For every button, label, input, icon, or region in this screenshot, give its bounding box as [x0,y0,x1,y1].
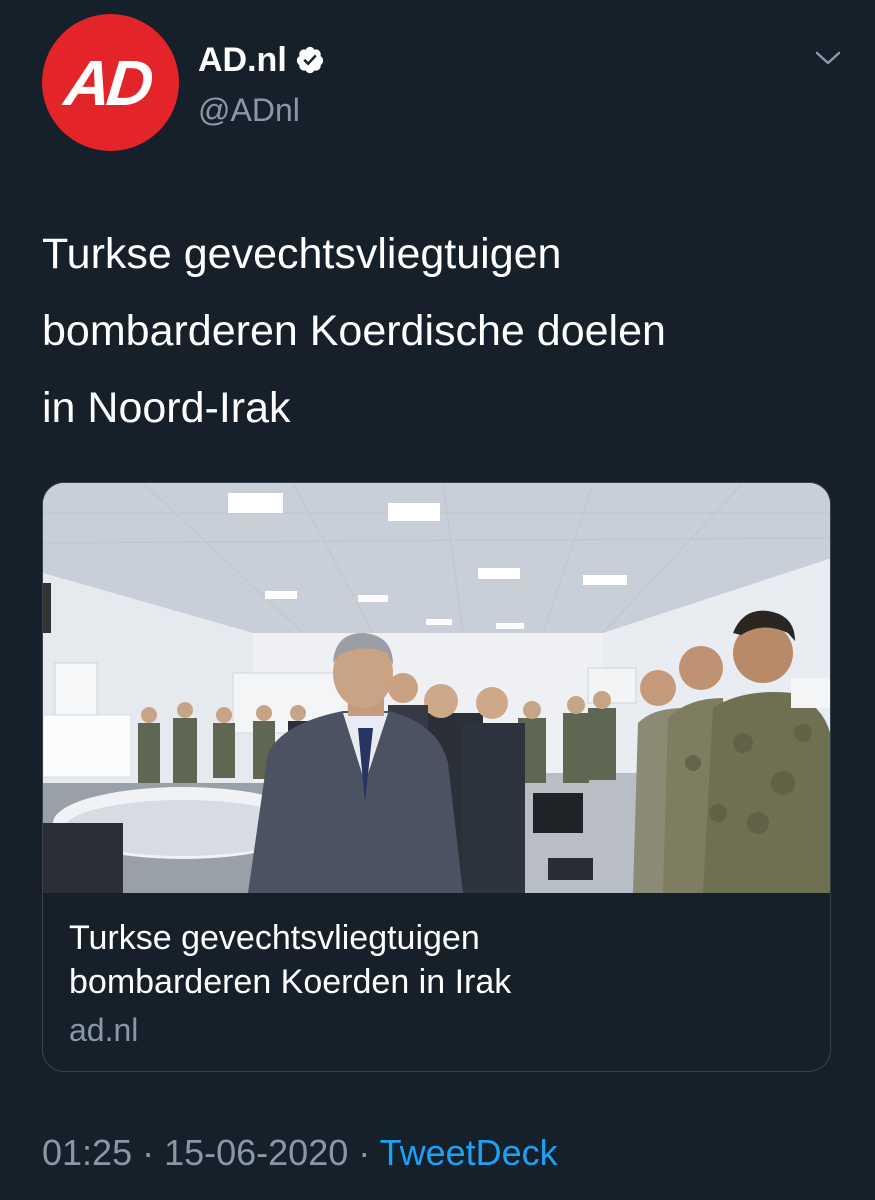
meta-separator: · [132,1132,165,1173]
card-title-line: bombarderen Koerden in Irak [69,963,512,1001]
tweet-text-line: bombarderen Koerdische doelen [42,307,666,355]
tweet-meta: 01:25 · 15-06-2020 · TweetDeck [42,1132,558,1174]
meta-separator: · [348,1132,380,1173]
tweet-date[interactable]: 15-06-2020 [164,1132,348,1173]
tweet-source-link[interactable]: TweetDeck [380,1132,558,1173]
chevron-down-icon[interactable] [814,48,842,68]
tweet-time[interactable]: 01:25 [42,1132,132,1173]
card-body: Turkse gevechtsvliegtuigen bombarderen K… [43,894,830,1052]
avatar-logo-text: AD [61,46,154,119]
link-preview-card[interactable]: Turkse gevechtsvliegtuigen bombarderen K… [42,482,831,1072]
card-domain: ad.nl [69,1012,139,1048]
card-title-line: Turkse gevechtsvliegtuigen [69,919,480,957]
display-name[interactable]: AD.nl [198,41,287,80]
card-title[interactable]: Turkse gevechtsvliegtuigen bombarderen K… [69,916,804,1004]
verified-badge-icon [296,46,323,74]
card-photo [43,483,830,893]
avatar[interactable]: AD [42,14,179,151]
tweet: AD AD.nl @ADnl Turkse gevechtsvliegtuige… [0,0,875,1200]
name-row[interactable]: AD.nl [198,40,325,80]
tweet-header: AD AD.nl @ADnl [42,14,842,154]
handle[interactable]: @ADnl [198,92,300,129]
tweet-text-line: in Noord-Irak [42,384,291,432]
card-image[interactable] [43,483,830,893]
tweet-text: Turkse gevechtsvliegtuigen bombarderen K… [42,216,832,447]
tweet-text-line: Turkse gevechtsvliegtuigen [42,230,562,278]
